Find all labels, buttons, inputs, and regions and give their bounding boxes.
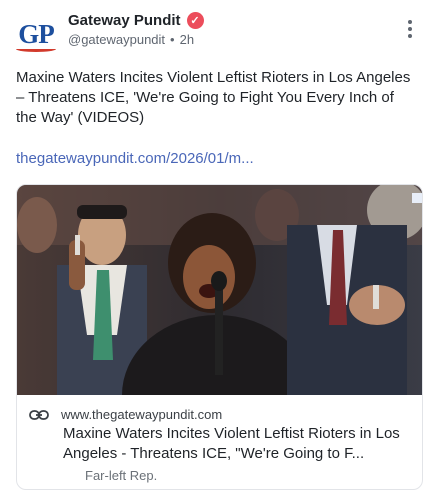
avatar-logo: GP [18,18,54,49]
account-name[interactable]: Gateway Pundit [68,12,181,29]
post-timestamp: 2h [179,32,195,47]
card-domain-row: www.thegatewaypundit.com [29,407,222,422]
card-subtitle: Far-left Rep. [85,468,158,483]
card-domain: www.thegatewaypundit.com [61,407,223,422]
account-name-row: Gateway Pundit ✓ [68,10,204,30]
link-icon [29,409,49,420]
post: GP Gateway Pundit ✓ @gatewaypundit • 2h … [0,0,439,500]
post-link[interactable]: thegatewaypundit.com/2026/01/m... [16,150,254,167]
preview-image [17,185,422,395]
account-meta: @gatewaypundit • 2h [68,32,194,47]
avatar-swoosh [16,46,56,52]
verified-check-icon: ✓ [186,11,204,29]
link-preview-card[interactable]: www.thegatewaypundit.com Maxine Waters I… [16,184,423,490]
meta-separator: • [170,32,175,47]
post-text: Maxine Waters Incites Violent Leftist Ri… [16,69,411,126]
avatar[interactable]: GP [14,12,58,56]
more-options-icon[interactable] [400,18,420,40]
account-handle[interactable]: @gatewaypundit [68,32,165,47]
card-title[interactable]: Maxine Waters Incites Violent Leftist Ri… [63,424,415,464]
